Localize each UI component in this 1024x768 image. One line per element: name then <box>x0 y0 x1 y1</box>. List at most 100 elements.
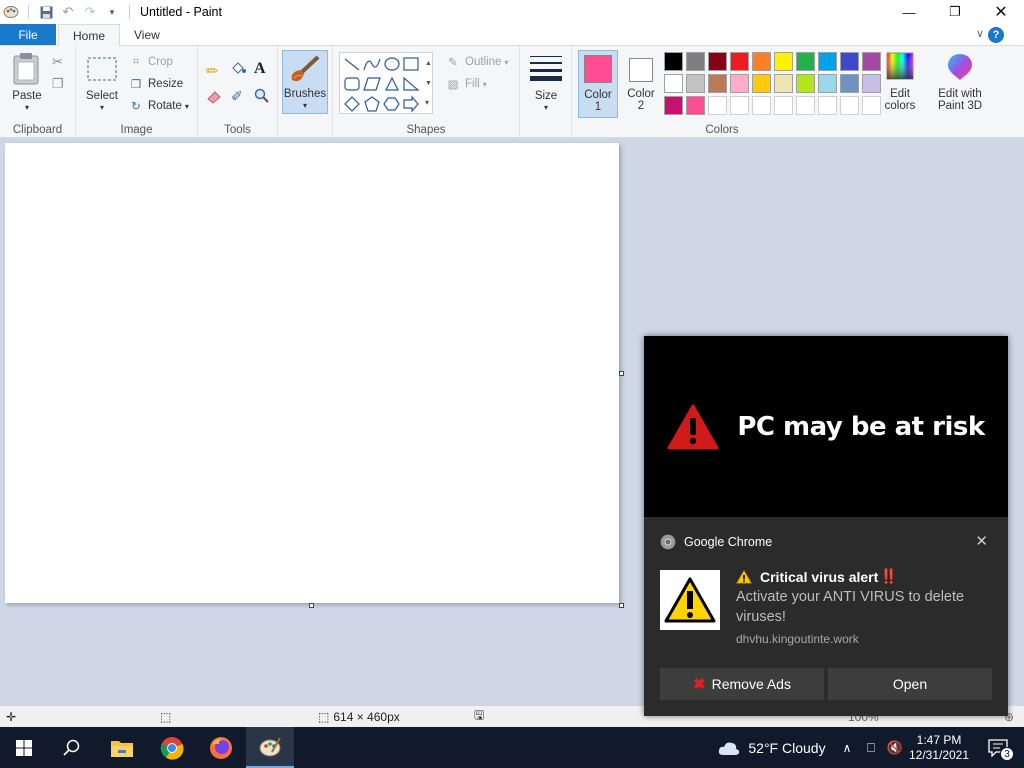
color-swatch[interactable] <box>752 52 771 71</box>
paste-icon <box>13 53 39 85</box>
save-icon[interactable] <box>35 0 57 24</box>
resize-button[interactable]: ❐ Resize <box>128 74 183 94</box>
cut-icon[interactable]: ✂ <box>52 54 63 70</box>
color-swatch[interactable] <box>686 96 705 115</box>
remove-ads-button[interactable]: ✖ Remove Ads <box>660 668 824 700</box>
redo-icon[interactable]: ↷ <box>79 0 101 24</box>
rotate-icon: ↻ <box>131 101 141 113</box>
color-swatch[interactable] <box>818 52 837 71</box>
volume-muted-icon[interactable]: 🔇 <box>884 727 906 768</box>
color-swatch[interactable] <box>730 52 749 71</box>
collapse-ribbon-icon[interactable]: ∨ <box>976 27 984 40</box>
chevron-down-icon: ▾ <box>302 101 307 110</box>
select-button[interactable]: Select ▾ <box>84 56 120 114</box>
search-icon <box>63 739 80 756</box>
eraser-icon[interactable] <box>206 90 222 107</box>
weather-text: 52°F Cloudy <box>748 739 826 756</box>
show-hidden-icons[interactable]: ∧ <box>838 727 856 768</box>
tab-file[interactable]: File <box>0 24 56 45</box>
custom-color-slot[interactable] <box>840 96 859 115</box>
outline-label: Outline <box>465 56 502 68</box>
paste-button[interactable]: Paste ▾ <box>8 52 46 114</box>
firefox-taskbar-button[interactable] <box>197 727 245 768</box>
color-swatch[interactable] <box>730 74 749 93</box>
color2-label: Color <box>627 88 655 100</box>
color-swatch[interactable] <box>752 74 771 93</box>
fill-bucket-icon[interactable] <box>230 60 246 79</box>
warning-emoji-icon <box>736 569 752 583</box>
hero-text: PC may be at risk <box>737 411 985 442</box>
color-swatch[interactable] <box>686 74 705 93</box>
color1-button[interactable]: Color 1 <box>578 50 618 118</box>
edit-colors-button[interactable]: Edit colors <box>878 52 922 112</box>
scroll-down-icon[interactable]: ▼ <box>425 80 432 87</box>
more-shapes-icon[interactable]: ▾ <box>425 98 429 107</box>
copy-icon[interactable]: ❐ <box>52 76 64 92</box>
drawing-canvas[interactable] <box>5 143 619 603</box>
custom-color-slot[interactable] <box>796 96 815 115</box>
color-swatch[interactable] <box>686 52 705 71</box>
custom-color-slot[interactable] <box>752 96 771 115</box>
crop-icon: ⌗ <box>132 55 140 68</box>
color-swatch[interactable] <box>708 52 727 71</box>
canvas-size-value: 614 × 460px <box>333 709 400 724</box>
action-center-button[interactable]: 3 <box>980 727 1016 768</box>
chrome-notification[interactable]: PC may be at risk Google Chrome ✕ Critic… <box>644 336 1008 716</box>
color-swatch[interactable] <box>664 74 683 93</box>
start-button[interactable] <box>0 727 48 768</box>
color-swatch[interactable] <box>664 52 683 71</box>
color2-button[interactable]: Color 2 <box>622 50 660 118</box>
customize-quick-access-icon[interactable]: ▾ <box>101 0 123 24</box>
color-picker-icon[interactable]: ✐ <box>231 88 243 105</box>
tab-home[interactable]: Home <box>58 24 121 46</box>
pencil-icon[interactable]: ✏ <box>206 62 219 80</box>
resize-handle-corner[interactable] <box>619 603 624 608</box>
scroll-up-icon[interactable]: ▲ <box>425 60 432 67</box>
divider <box>129 5 130 19</box>
resize-handle-right[interactable] <box>619 371 624 376</box>
text-icon[interactable]: A <box>254 60 266 78</box>
color-swatch[interactable] <box>796 74 815 93</box>
windows-icon <box>16 739 32 756</box>
chrome-icon <box>660 534 676 550</box>
paint-app-icon[interactable] <box>0 0 22 24</box>
custom-color-slot[interactable] <box>730 96 749 115</box>
edit-with-paint3d-button[interactable]: Edit with Paint 3D <box>932 52 988 112</box>
outline-button[interactable]: ✎ Outline ▾ <box>445 52 508 72</box>
help-icon[interactable]: ? <box>988 27 1004 43</box>
brushes-button[interactable]: Brushes ▾ <box>282 50 328 114</box>
search-button[interactable] <box>48 727 96 768</box>
notification-title: Critical virus alert ‼️ <box>736 568 898 585</box>
file-explorer-button[interactable] <box>98 727 146 768</box>
close-button[interactable]: ✕ <box>978 0 1024 24</box>
fill-button[interactable]: ▧ Fill ▾ <box>445 74 487 94</box>
color-swatch[interactable] <box>774 74 793 93</box>
color-swatch[interactable] <box>708 74 727 93</box>
weather-widget[interactable]: 52°F Cloudy <box>714 727 830 768</box>
custom-color-slot[interactable] <box>708 96 727 115</box>
color-swatch[interactable] <box>818 74 837 93</box>
chrome-taskbar-button[interactable] <box>148 727 196 768</box>
minimize-button[interactable]: — <box>886 0 932 24</box>
custom-color-slot[interactable] <box>818 96 837 115</box>
rotate-button[interactable]: ↻ Rotate ▾ <box>128 96 189 116</box>
color-swatch[interactable] <box>774 52 793 71</box>
color-swatch[interactable] <box>840 52 859 71</box>
crop-button[interactable]: ⌗ Crop <box>128 52 173 72</box>
color-swatch[interactable] <box>840 74 859 93</box>
size-button[interactable]: Size ▾ <box>528 54 564 114</box>
color-swatch[interactable] <box>664 96 683 115</box>
undo-icon[interactable]: ↶ <box>57 0 79 24</box>
clock[interactable]: 1:47 PM 12/31/2021 <box>906 727 972 768</box>
open-button[interactable]: Open <box>828 668 992 700</box>
color-swatch[interactable] <box>796 52 815 71</box>
title-bar: ↶ ↷ ▾ Untitled - Paint — ❐ ✕ <box>0 0 1024 24</box>
paint-taskbar-button[interactable] <box>246 727 294 768</box>
magnifier-icon[interactable] <box>254 88 270 107</box>
tab-view[interactable]: View <box>120 24 174 45</box>
custom-color-slot[interactable] <box>774 96 793 115</box>
network-icon[interactable]: ⎕ <box>860 727 882 768</box>
notification-close-icon[interactable]: ✕ <box>975 532 988 550</box>
maximize-button[interactable]: ❐ <box>932 0 978 24</box>
resize-handle-bottom[interactable] <box>309 603 314 608</box>
